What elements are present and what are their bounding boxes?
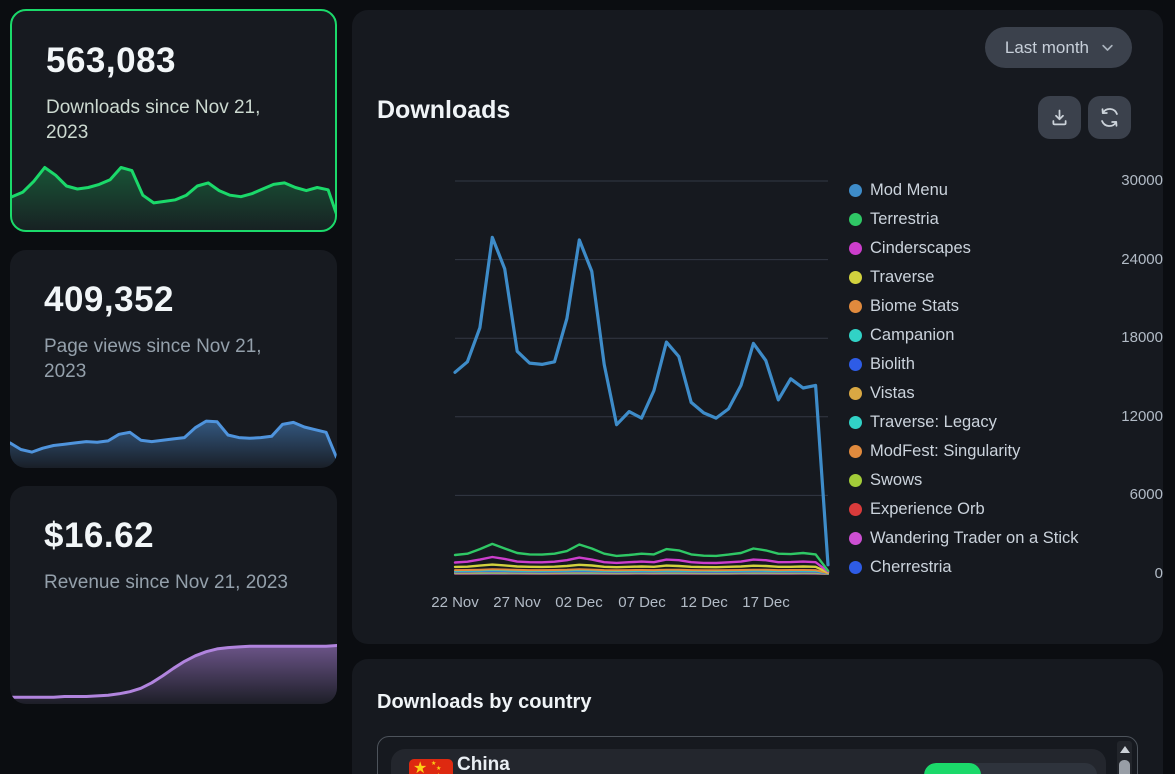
legend-dot-icon <box>849 474 862 487</box>
refresh-chart-button[interactable] <box>1088 96 1131 139</box>
legend-dot-icon <box>849 387 862 400</box>
legend-item-terrestria[interactable]: Terrestria <box>849 205 1154 234</box>
page-views-total-label: Page views since Nov 21, 2023 <box>44 334 300 384</box>
x-axis-tick: 12 Dec <box>672 594 736 611</box>
scroll-up-icon[interactable] <box>1120 746 1130 753</box>
legend-label: Terrestria <box>870 210 939 229</box>
legend-item-vistas[interactable]: Vistas <box>849 379 1154 408</box>
legend-dot-icon <box>849 213 862 226</box>
legend-label: Biolith <box>870 355 915 374</box>
legend-label: ModFest: Singularity <box>870 442 1020 461</box>
legend-dot-icon <box>849 300 862 313</box>
legend-dot-icon <box>849 184 862 197</box>
legend-item-experience-orb[interactable]: Experience Orb <box>849 495 1154 524</box>
legend-label: Mod Menu <box>870 181 948 200</box>
legend-label: Traverse: Legacy <box>870 413 997 432</box>
revenue-stat-card: $16.62 Revenue since Nov 21, 2023 <box>10 486 337 704</box>
legend-label: Swows <box>870 471 922 490</box>
country-list-scrollbar[interactable] <box>1117 741 1132 774</box>
x-axis-tick: 17 Dec <box>734 594 798 611</box>
page-views-total: 409,352 <box>44 280 174 320</box>
legend-label: Cinderscapes <box>870 239 971 258</box>
country-list: ★ ★ ★ ★ ★ China <box>377 736 1138 774</box>
legend-item-mod-menu[interactable]: Mod Menu <box>849 176 1154 205</box>
country-progress-track <box>924 763 1097 774</box>
legend-dot-icon <box>849 561 862 574</box>
country-name: China <box>457 754 510 774</box>
legend-item-swows[interactable]: Swows <box>849 466 1154 495</box>
period-selector-label: Last month <box>1005 38 1089 58</box>
page-views-sparkline <box>10 392 337 468</box>
legend-item-traverse[interactable]: Traverse <box>849 263 1154 292</box>
downloads-stat-card: 563,083 Downloads since Nov 21, 2023 <box>10 9 337 232</box>
legend-dot-icon <box>849 358 862 371</box>
export-chart-button[interactable] <box>1038 96 1081 139</box>
period-selector[interactable]: Last month <box>985 27 1132 68</box>
download-icon <box>1049 107 1070 128</box>
legend-item-campanion[interactable]: Campanion <box>849 321 1154 350</box>
legend-label: Campanion <box>870 326 954 345</box>
legend-item-biome-stats[interactable]: Biome Stats <box>849 292 1154 321</box>
legend-item-traverse-legacy[interactable]: Traverse: Legacy <box>849 408 1154 437</box>
analytics-dashboard: 563,083 Downloads since Nov 21, 2023 409… <box>0 0 1175 774</box>
x-axis-tick: 07 Dec <box>610 594 674 611</box>
legend-item-wandering-trader-on-a-stick[interactable]: Wandering Trader on a Stick <box>849 524 1154 553</box>
country-progress-fill <box>924 763 981 774</box>
chevron-down-icon <box>1100 40 1115 55</box>
downloads-sparkline <box>12 143 337 230</box>
legend-label: Traverse <box>870 268 935 287</box>
cn-flag-icon: ★ ★ ★ ★ ★ <box>409 759 453 774</box>
legend-label: Biome Stats <box>870 297 959 316</box>
legend-label: Vistas <box>870 384 915 403</box>
legend-label: Experience Orb <box>870 500 985 519</box>
x-axis-tick: 27 Nov <box>485 594 549 611</box>
legend-item-cinderscapes[interactable]: Cinderscapes <box>849 234 1154 263</box>
legend-label: Wandering Trader on a Stick <box>870 529 1079 548</box>
legend-dot-icon <box>849 329 862 342</box>
legend-dot-icon <box>849 242 862 255</box>
country-row-china: ★ ★ ★ ★ ★ China <box>391 749 1106 774</box>
legend-dot-icon <box>849 416 862 429</box>
revenue-sparkline <box>10 625 337 704</box>
downloads-line-chart <box>455 181 828 574</box>
page-views-stat-card: 409,352 Page views since Nov 21, 2023 <box>10 250 337 468</box>
chart-legend: Mod Menu Terrestria Cinderscapes Travers… <box>849 176 1154 582</box>
revenue-total: $16.62 <box>44 516 154 556</box>
chart-title: Downloads <box>377 96 510 125</box>
legend-item-biolith[interactable]: Biolith <box>849 350 1154 379</box>
downloads-by-country-panel: Downloads by country ★ ★ ★ ★ ★ China <box>352 659 1163 774</box>
series-mod-menu <box>455 237 828 565</box>
legend-dot-icon <box>849 503 862 516</box>
legend-dot-icon <box>849 271 862 284</box>
x-axis-tick: 22 Nov <box>423 594 487 611</box>
legend-item-modfest-singularity[interactable]: ModFest: Singularity <box>849 437 1154 466</box>
refresh-icon <box>1099 107 1120 128</box>
downloads-total-label: Downloads since Nov 21, 2023 <box>46 95 302 145</box>
legend-label: Cherrestria <box>870 558 952 577</box>
revenue-total-label: Revenue since Nov 21, 2023 <box>44 570 300 595</box>
country-panel-title: Downloads by country <box>377 691 591 714</box>
downloads-total: 563,083 <box>46 41 176 81</box>
scrollbar-thumb[interactable] <box>1119 760 1130 774</box>
legend-dot-icon <box>849 445 862 458</box>
legend-dot-icon <box>849 532 862 545</box>
downloads-chart-panel: Last month Downloads 0600012000180002400… <box>352 10 1163 644</box>
legend-item-cherrestria[interactable]: Cherrestria <box>849 553 1154 582</box>
x-axis-tick: 02 Dec <box>547 594 611 611</box>
